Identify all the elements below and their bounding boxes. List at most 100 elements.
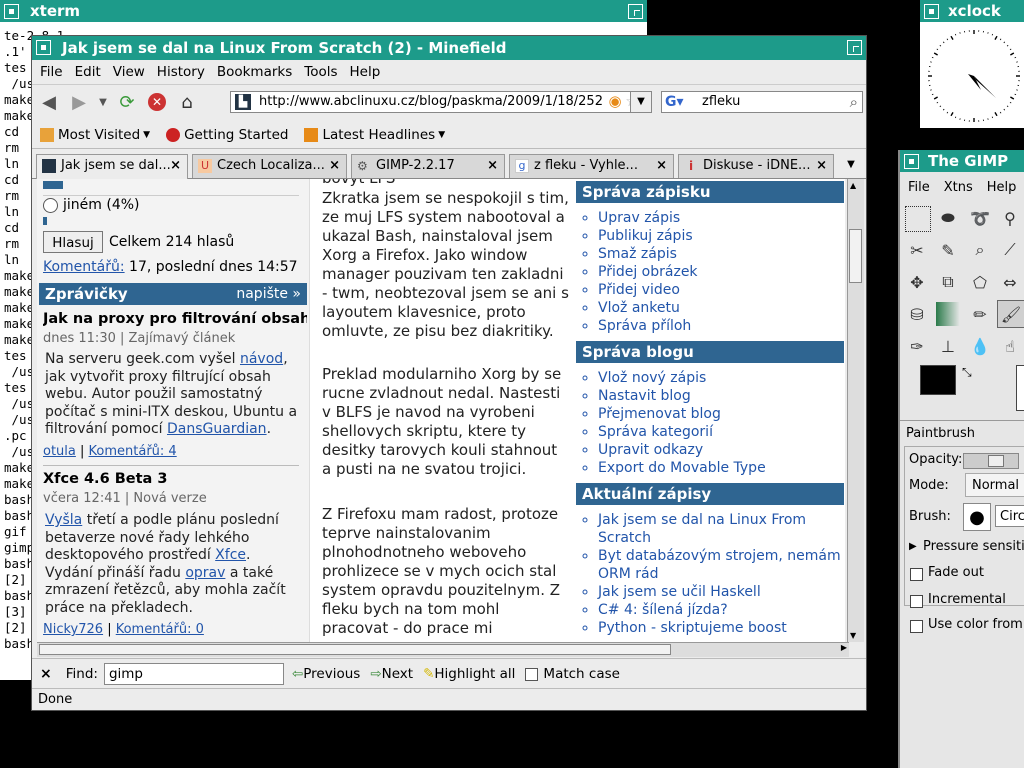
scroll-up-icon[interactable]: ▲	[850, 181, 856, 190]
rect-select-icon[interactable]	[905, 206, 931, 232]
menu-tools[interactable]: Tools	[304, 64, 337, 80]
scroll-down-icon[interactable]: ▼	[850, 631, 856, 640]
crop-icon[interactable]: ⧉	[936, 270, 960, 294]
close-tab-icon[interactable]: ×	[656, 155, 667, 177]
opacity-slider[interactable]	[963, 453, 1019, 469]
swap-colors-icon[interactable]: ⤡	[962, 365, 972, 380]
menu-file[interactable]: File	[40, 64, 63, 80]
window-menu-icon[interactable]	[924, 4, 939, 19]
news-link[interactable]: DansGuardian	[167, 421, 267, 437]
tab-lfs[interactable]: Jak jsem se dal... ×	[36, 154, 188, 179]
horizontal-scrollbar[interactable]: ▶	[37, 642, 849, 657]
news-comments-link[interactable]: Komentářů: 0	[116, 622, 204, 637]
tab-z-fleku[interactable]: g z fleku - Vyhle... ×	[509, 154, 674, 178]
fuzzy-select-icon[interactable]: ⚲	[998, 206, 1022, 230]
sidebar-link[interactable]: Přidej video	[598, 281, 845, 299]
transform-icon[interactable]: ⬠	[968, 270, 992, 294]
tab-gimp[interactable]: ⚙ GIMP-2.2.17 ×	[351, 154, 505, 178]
menu-help[interactable]: Help	[350, 64, 381, 80]
measure-icon[interactable]: ⟋	[998, 238, 1022, 262]
vertical-scrollbar[interactable]: ▲ ▼	[847, 179, 864, 642]
highlight-all-button[interactable]: ✎Highlight all	[423, 666, 515, 682]
bookmark-most-visited[interactable]: Most Visited ▼	[40, 127, 150, 143]
gimp-titlebar[interactable]: The GIMP	[900, 150, 1024, 172]
close-tab-icon[interactable]: ×	[170, 155, 181, 177]
sidebar-link[interactable]: Byt databázovým strojem, nemám ORM rád	[598, 547, 845, 583]
reload-icon[interactable]: ⟳	[114, 89, 140, 115]
sidebar-link[interactable]: Vlož anketu	[598, 299, 845, 317]
sidebar-link[interactable]: C# 4: šílená jízda?	[598, 601, 845, 619]
resize-icon[interactable]	[628, 4, 643, 19]
sidebar-link[interactable]: Python - skriptujeme boost	[598, 619, 845, 637]
move-icon[interactable]: ✥	[905, 270, 929, 294]
paintbrush-icon[interactable]: 🖌	[997, 300, 1024, 328]
news-write-link[interactable]: napište »	[236, 283, 301, 305]
scrollbar-thumb[interactable]	[849, 229, 862, 283]
menu-history[interactable]: History	[157, 64, 205, 80]
forward-icon[interactable]: ▶	[66, 89, 92, 115]
tab-idnes[interactable]: i Diskuse - iDNE... ×	[678, 154, 834, 178]
comments-link[interactable]: Komentářů:	[43, 259, 125, 275]
menu-view[interactable]: View	[113, 64, 145, 80]
bookmark-getting-started[interactable]: Getting Started	[166, 127, 288, 143]
news-author-link[interactable]: Nicky726	[43, 622, 103, 637]
news-link[interactable]: návod	[240, 351, 283, 367]
flip-icon[interactable]: ⇔	[998, 270, 1022, 294]
back-icon[interactable]: ◀	[36, 89, 62, 115]
pressure-sensitivity-label[interactable]: Pressure sensiti	[923, 539, 1024, 554]
resize-icon[interactable]	[847, 40, 862, 55]
rss-feed-icon[interactable]: ◉	[606, 92, 624, 112]
sidebar-link[interactable]: Přidej obrázek	[598, 263, 845, 281]
expander-icon[interactable]: ▶	[909, 541, 917, 552]
close-find-icon[interactable]: ×	[40, 666, 52, 682]
fade-out-checkbox[interactable]	[910, 568, 923, 581]
url-bar[interactable]: ▙ http://www.abclinuxu.cz/blog/paskma/20…	[230, 91, 650, 113]
brush-name-field[interactable]: Circ	[995, 505, 1024, 527]
use-color-checkbox[interactable]	[910, 620, 923, 633]
close-tab-icon[interactable]: ×	[487, 155, 498, 177]
bookmark-latest-headlines[interactable]: Latest Headlines ▼	[304, 127, 445, 143]
xterm-titlebar[interactable]: xterm	[0, 0, 647, 22]
color-picker-icon[interactable]: ✎	[936, 238, 960, 262]
news-link[interactable]: oprav	[185, 565, 225, 581]
sidebar-link[interactable]: Přejmenovat blog	[598, 405, 845, 423]
search-icon[interactable]: ⌕	[850, 92, 858, 112]
news-title[interactable]: Jak na proxy pro filtrování obsahu	[43, 311, 307, 327]
menu-bookmarks[interactable]: Bookmarks	[217, 64, 292, 80]
news-author-link[interactable]: otula	[43, 444, 76, 459]
url-dropdown-icon[interactable]: ▼	[630, 91, 652, 113]
window-menu-icon[interactable]	[36, 40, 51, 55]
gradient-icon[interactable]	[936, 302, 960, 326]
news-link[interactable]: Xfce	[215, 547, 246, 563]
poll-radio[interactable]	[43, 198, 58, 213]
find-previous-button[interactable]: ⇦Previous	[292, 666, 360, 682]
sidebar-link[interactable]: Nastavit blog	[598, 387, 845, 405]
bucket-fill-icon[interactable]: ⛁	[905, 302, 929, 326]
sidebar-link[interactable]: Vlož nový zápis	[598, 369, 845, 387]
sidebar-link[interactable]: Publikuj zápis	[598, 227, 845, 245]
window-menu-icon[interactable]	[904, 154, 919, 169]
sidebar-link[interactable]: Upravit odkazy	[598, 441, 845, 459]
mode-select[interactable]: Normal	[965, 473, 1024, 497]
pencil-icon[interactable]: ✏	[968, 302, 992, 326]
sidebar-link[interactable]: Uprav zápis	[598, 209, 845, 227]
brush-circle-icon[interactable]: ●	[963, 503, 991, 531]
gimp-menu-help[interactable]: Help	[979, 176, 1023, 200]
sidebar-link[interactable]: Správa příloh	[598, 317, 845, 335]
find-next-button[interactable]: ⇨Next	[370, 666, 413, 682]
gimp-menu-file[interactable]: File	[900, 176, 936, 200]
stop-icon[interactable]: ✕	[144, 89, 170, 115]
sidebar-link[interactable]: Jak jsem se učil Haskell	[598, 583, 845, 601]
scissors-icon[interactable]: ✂	[905, 238, 929, 262]
menu-edit[interactable]: Edit	[75, 64, 101, 80]
search-bar[interactable]: G▾ zfleku ⌕	[661, 91, 863, 113]
firefox-titlebar[interactable]: Jak jsem se dal na Linux From Scratch (2…	[32, 36, 866, 60]
gimp-menu-xtns[interactable]: Xtns	[936, 176, 979, 200]
sidebar-link[interactable]: Jak jsem se dal na Linux From Scratch	[598, 511, 845, 547]
smudge-icon[interactable]: ☝	[998, 334, 1022, 358]
tab-czech-localization[interactable]: U Czech Localiza... ×	[192, 154, 347, 178]
foreground-color-swatch[interactable]	[920, 365, 956, 395]
close-tab-icon[interactable]: ×	[816, 155, 827, 177]
news-comments-link[interactable]: Komentářů: 4	[89, 444, 177, 459]
news-link[interactable]: Vyšla	[45, 512, 82, 528]
